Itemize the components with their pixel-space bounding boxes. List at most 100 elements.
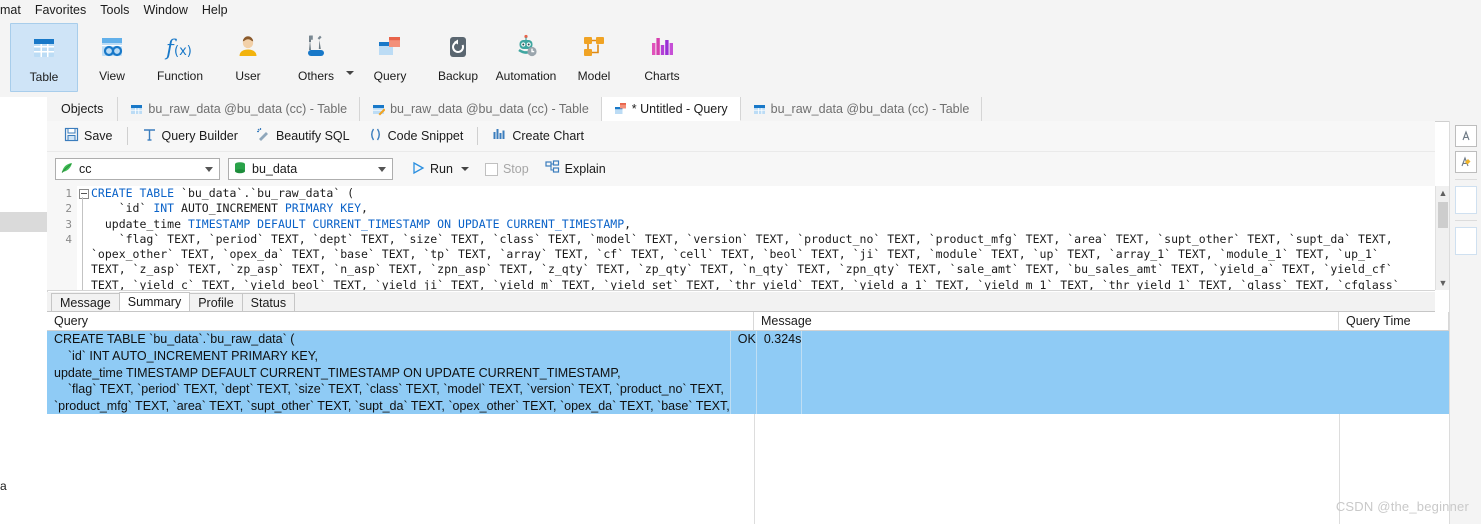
table-tab-icon <box>130 103 143 116</box>
fold-collapse-icon[interactable] <box>79 189 89 199</box>
query-builder-button[interactable]: Query Builder <box>133 124 247 148</box>
svg-text:(x): (x) <box>174 44 192 59</box>
menu-item-window[interactable]: Window <box>136 1 194 19</box>
result-tab-profile[interactable]: Profile <box>189 293 243 311</box>
tab-label: * Untitled - Query <box>631 101 728 116</box>
query-builder-icon <box>142 127 157 145</box>
database-value: bu_data <box>252 162 298 176</box>
rail-panel-box[interactable] <box>1455 227 1477 255</box>
ribbon-label-backup: Backup <box>437 69 479 83</box>
table-row[interactable]: CREATE TABLE `bu_data`.`bu_raw_data` ( `… <box>47 331 1449 415</box>
grid-column-message[interactable]: Message <box>754 312 1339 330</box>
rail-panel-box[interactable] <box>1455 186 1477 214</box>
document-tab-strip: Objects bu_raw_data @bu_data (cc) - Tabl… <box>47 97 1481 122</box>
editor-line-number-gutter: 1 234 <box>47 186 78 290</box>
save-button[interactable]: Save <box>55 124 122 148</box>
charts-icon <box>642 29 682 65</box>
query-tab-icon <box>614 102 627 115</box>
ribbon-label-view: View <box>99 69 125 83</box>
left-panel-stub-text: a <box>0 479 7 493</box>
database-select[interactable]: bu_data <box>228 158 393 180</box>
tab-bu-raw-data-table-1[interactable]: bu_raw_data @bu_data (cc) - Table <box>118 97 361 121</box>
editor-fold-column <box>77 186 89 290</box>
code-line: CREATE TABLE `bu_data`.`bu_raw_data` ( <box>91 186 1431 201</box>
ribbon-button-others[interactable]: Others <box>282 23 350 92</box>
ribbon-button-function[interactable]: f (x) Function <box>146 23 214 92</box>
grid-column-query-time[interactable]: Query Time <box>1339 312 1449 330</box>
toolbar-separator <box>126 127 128 145</box>
scrollbar-thumb[interactable] <box>1438 202 1448 228</box>
tab-bu-raw-data-table-3[interactable]: bu_raw_data @bu_data (cc) - Table <box>741 97 983 121</box>
grid-column-divider <box>754 414 755 524</box>
grid-column-query[interactable]: Query <box>47 312 754 330</box>
connection-select[interactable]: cc <box>55 158 220 180</box>
result-tab-summary[interactable]: Summary <box>118 292 191 311</box>
result-tab-message[interactable]: Message <box>51 293 120 311</box>
ribbon-button-view[interactable]: View <box>78 23 146 92</box>
tab-untitled-query[interactable]: * Untitled - Query <box>601 97 741 121</box>
code-snippet-button[interactable]: Code Snippet <box>359 124 473 148</box>
left-object-panel: a <box>0 97 48 524</box>
ribbon-label-query: Query <box>373 69 407 83</box>
tab-bu-raw-data-table-2[interactable]: bu_raw_data @bu_data (cc) - Table <box>360 97 602 121</box>
tab-label: bu_raw_data @bu_data (cc) - Table <box>770 102 970 116</box>
beautify-sql-icon <box>256 127 271 145</box>
left-panel-selected-row[interactable] <box>0 212 47 232</box>
tab-objects[interactable]: Objects <box>47 97 119 121</box>
save-icon <box>64 127 79 145</box>
explain-label: Explain <box>564 162 606 176</box>
cell-message[interactable]: OK <box>731 331 757 415</box>
rail-info-button[interactable] <box>1455 125 1477 147</box>
rail-highlight-button[interactable] <box>1455 151 1477 173</box>
chevron-down-icon[interactable] <box>205 167 213 172</box>
database-icon <box>233 161 247 178</box>
code-line: `opex_other` TEXT, `opex_da` TEXT, `base… <box>91 247 1431 262</box>
cell-query-time[interactable]: 0.324s <box>757 331 803 415</box>
sql-editor[interactable]: 1 234 CREATE TABLE `bu_data`.`bu_raw_data… <box>47 186 1435 291</box>
tab-objects-label: Objects <box>61 102 104 116</box>
menu-item-format[interactable]: mat <box>0 1 28 19</box>
stop-button: Stop <box>481 160 533 178</box>
menu-item-help[interactable]: Help <box>195 1 235 19</box>
sql-code-text[interactable]: CREATE TABLE `bu_data`.`bu_raw_data` ( `… <box>91 186 1431 290</box>
ribbon-button-automation[interactable]: Automation <box>492 23 560 92</box>
create-chart-button[interactable]: Create Chart <box>483 124 593 148</box>
ribbon-button-query[interactable]: Query <box>356 23 424 92</box>
query-toolbar: Save Query Builder Beautify SQL Code Sni… <box>47 121 1435 152</box>
tab-label: bu_raw_data @bu_data (cc) - Table <box>390 102 589 116</box>
navicat-window: mat Favorites Tools Window Help Table Vi… <box>0 0 1481 524</box>
ribbon-button-backup[interactable]: Backup <box>424 23 492 92</box>
query-builder-label: Query Builder <box>161 129 238 143</box>
code-token: `bu_data`.`bu_raw_data` ( <box>181 186 355 200</box>
code-token: update_time <box>91 216 188 231</box>
run-dropdown-caret-icon[interactable] <box>460 167 469 171</box>
code-token: `opex_other` TEXT, `opex_da` TEXT, `base… <box>91 247 1379 262</box>
ribbon-label-user: User <box>235 69 261 83</box>
code-token: PRIMARY KEY <box>284 201 362 216</box>
chevron-down-icon[interactable] <box>378 167 386 172</box>
toolbar-separator <box>477 127 479 145</box>
ribbon-button-user[interactable]: User <box>214 23 282 92</box>
function-icon: f (x) <box>160 29 200 65</box>
cell-query[interactable]: CREATE TABLE `bu_data`.`bu_raw_data` ( `… <box>47 331 731 415</box>
menu-item-tools[interactable]: Tools <box>93 1 136 19</box>
code-line: `flag` TEXT, `period` TEXT, `dept` TEXT,… <box>91 232 1431 247</box>
scroll-down-icon[interactable]: ▼ <box>1436 276 1450 290</box>
save-label: Save <box>84 129 113 143</box>
ribbon-label-function: Function <box>156 69 204 83</box>
ribbon-button-model[interactable]: Model <box>560 23 628 92</box>
others-icon <box>296 29 336 65</box>
explain-button[interactable]: Explain <box>541 158 610 180</box>
ribbon-button-charts[interactable]: Charts <box>628 23 696 92</box>
result-tab-status[interactable]: Status <box>241 293 296 311</box>
scroll-up-icon[interactable]: ▲ <box>1436 186 1450 200</box>
run-button[interactable]: Run <box>407 159 473 180</box>
code-token: TIMESTAMP DEFAULT CURRENT_TIMESTAMP ON U… <box>187 216 625 231</box>
menu-item-favorites[interactable]: Favorites <box>28 1 93 19</box>
code-token: INT <box>153 201 182 216</box>
ribbon-button-table[interactable]: Table <box>10 23 78 92</box>
summary-grid: Query Message Query Time CREATE TABLE `b… <box>47 312 1449 524</box>
code-token: TEXT, `yield_c` TEXT, `yield_beol` TEXT,… <box>91 277 1400 291</box>
beautify-sql-button[interactable]: Beautify SQL <box>247 124 359 148</box>
editor-vertical-scrollbar[interactable]: ▲ ▼ <box>1435 186 1450 290</box>
